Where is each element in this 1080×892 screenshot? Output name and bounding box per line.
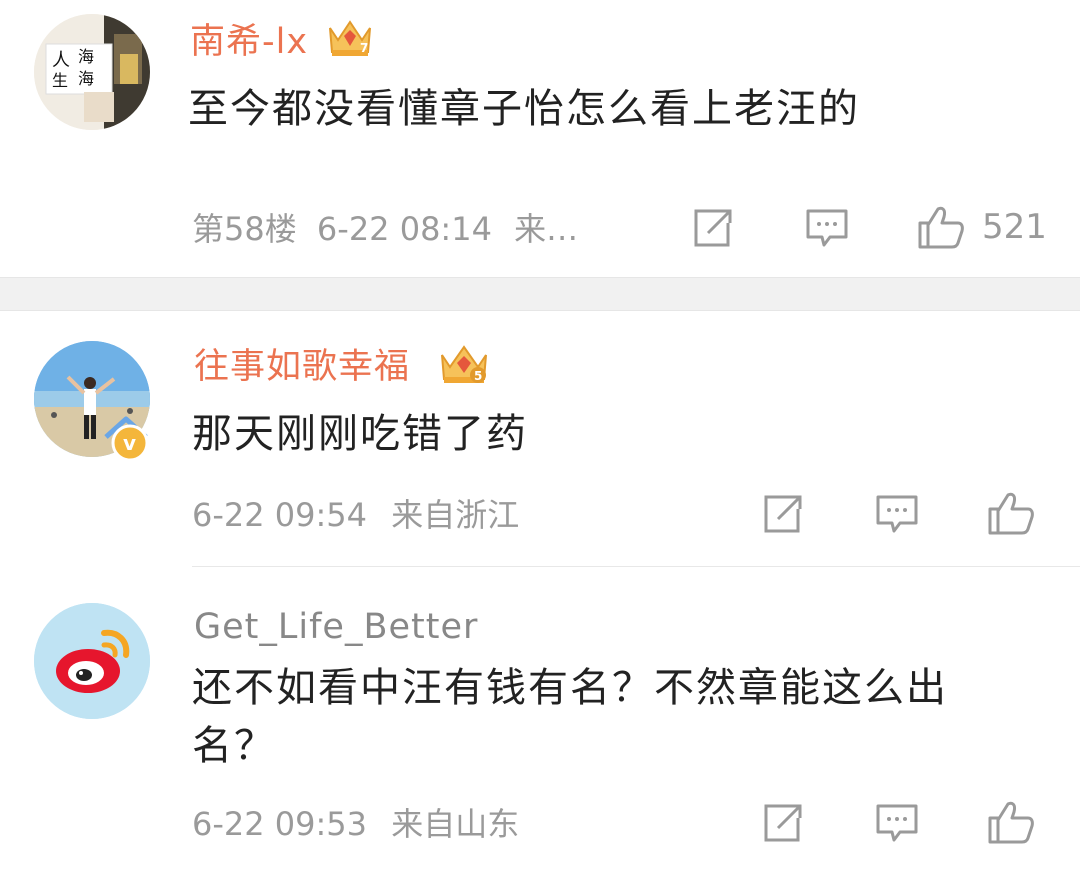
comment-icon [806, 209, 848, 247]
timestamp: 6-22 08:14 [316, 210, 492, 248]
source-location: 来自山东 [391, 805, 520, 843]
repost-icon [764, 804, 802, 842]
comment-button[interactable] [874, 493, 920, 535]
like-button[interactable]: 521 [916, 203, 1047, 251]
repost-button[interactable] [690, 207, 736, 249]
comment-icon [876, 495, 918, 533]
avatar-image: 人 海 生 海 [34, 14, 150, 130]
verified-letter: v [123, 431, 136, 455]
avatar[interactable]: 人 海 生 海 [34, 14, 150, 130]
source-location: 来自浙江 [391, 496, 520, 534]
comment-icon [876, 804, 918, 842]
badge-level: 5 [474, 369, 482, 383]
thumbs-up-icon [988, 492, 1034, 535]
avatar[interactable] [34, 603, 150, 719]
comment-button[interactable] [874, 802, 920, 844]
comment-meta: 6-22 09:54 来自浙江 [192, 493, 519, 537]
crown-badge-level-5-icon[interactable]: 5 [438, 341, 490, 391]
timestamp: 6-22 09:53 [192, 805, 368, 843]
comment-item: 人 海 生 海 南希-lx 7 至今都没看懂章子怡怎么看上老汪的 第58楼 6-… [0, 0, 1080, 277]
comment-text: 那天刚刚吃错了药 [192, 411, 528, 457]
username[interactable]: 南希-lx [190, 20, 308, 64]
repost-button[interactable] [760, 802, 806, 844]
avatar-calligraphy-1: 人 [52, 50, 70, 71]
avatar-calligraphy-3: 生 [52, 71, 68, 90]
avatar-calligraphy-2: 海 [78, 47, 94, 66]
username[interactable]: 往事如歌幸福 [194, 345, 410, 389]
badge-level: 7 [360, 41, 368, 55]
comment-item: Get_Life_Better 还不如看中汪有钱有名？不然章能这么出名？ 6-2… [0, 567, 1080, 892]
comment-meta: 第58楼 6-22 08:14 来… [192, 207, 578, 251]
comment-meta: 6-22 09:53 来自山东 [192, 802, 519, 846]
avatar-calligraphy-4: 海 [78, 69, 94, 88]
section-divider [0, 277, 1080, 311]
username[interactable]: Get_Life_Better [194, 605, 478, 649]
comment-text: 还不如看中汪有钱有名？不然章能这么出名？ [192, 665, 948, 769]
weibo-logo-icon [34, 603, 150, 719]
comment-list: 人 海 生 海 南希-lx 7 至今都没看懂章子怡怎么看上老汪的 第58楼 6-… [0, 0, 1080, 892]
comment-button[interactable] [804, 207, 850, 249]
thumbs-up-icon [988, 801, 1034, 844]
comment-text: 至今都没看懂章子怡怎么看上老汪的 [188, 86, 860, 132]
repost-icon [694, 209, 732, 247]
comment-item: v 往事如歌幸福 5 那天刚刚吃错了药 6-22 09:54 来自浙江 [0, 311, 1080, 566]
verified-v-icon: v [100, 411, 156, 471]
repost-icon [764, 495, 802, 533]
thumbs-up-icon [918, 206, 964, 249]
crown-badge-level-7-icon[interactable]: 7 [326, 16, 374, 64]
source-location: 来… [514, 210, 579, 248]
timestamp: 6-22 09:54 [192, 496, 368, 534]
like-count: 521 [982, 207, 1047, 247]
like-button[interactable] [986, 489, 1036, 537]
repost-button[interactable] [760, 493, 806, 535]
floor-number: 第58楼 [192, 210, 297, 248]
like-button[interactable] [986, 798, 1036, 846]
